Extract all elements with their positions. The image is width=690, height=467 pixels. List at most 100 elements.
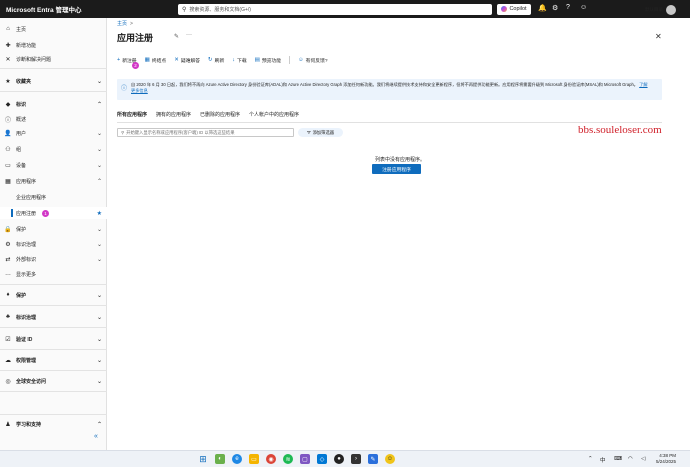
active-indicator <box>11 209 13 217</box>
breadcrumb-home[interactable]: 主页 <box>117 21 127 27</box>
more-options-icon[interactable]: ··· <box>186 32 192 38</box>
chevron-down-icon: ⌄ <box>96 336 102 343</box>
sidebar-item-label: 收藏夹 <box>16 78 32 85</box>
whats-new-icon: ✚ <box>5 42 11 49</box>
sidebar-item-diagnose[interactable]: ✕ 诊断和解决问题 <box>0 53 107 65</box>
sidebar-item-protection[interactable]: 🔒 保护 ⌄ <box>0 223 107 235</box>
sidebar-item-favorites[interactable]: ★ 收藏夹 ⌄ <box>0 75 107 87</box>
feedback-person-icon[interactable]: ☺ <box>580 4 587 11</box>
sidebar-item-identity[interactable]: ◆ 标识 ⌃ <box>0 98 107 110</box>
sidebar-item-verified-id[interactable]: ☑ 验证 ID ⌄ <box>0 333 107 345</box>
sidebar-item-app-registrations[interactable]: 应用注册 1 ★ <box>0 207 107 219</box>
sidebar-item-label: 应用程序 <box>16 178 37 185</box>
sidebar-item-label: 显示更多 <box>16 271 37 278</box>
pen-icon[interactable]: ✎ <box>368 454 378 464</box>
chevron-down-icon: ⌄ <box>96 146 102 153</box>
sidebar-item-devices[interactable]: ▭ 设备 ⌄ <box>0 159 107 171</box>
ime-indicator[interactable]: 中 <box>600 456 606 464</box>
github-icon[interactable]: ● <box>334 454 344 464</box>
system-clock[interactable]: 4:38 PM 5/24/2025 <box>656 453 676 465</box>
qq-icon[interactable]: ☺ <box>385 454 395 464</box>
close-icon[interactable]: ✕ <box>655 32 662 41</box>
command-bar: + 新注册 ▦ 终结点 ✕ 疑难解答 ↻ 刷新 ↓ 下载 ▤ 预览功能 ☺ 有何… <box>117 54 662 66</box>
governance-icon: ⚙ <box>5 241 11 248</box>
info-icon: ⓘ <box>121 86 128 92</box>
sidebar-item-protection-section[interactable]: ♦ 保护 ⌄ <box>0 289 107 301</box>
step-badge: 2 <box>132 62 139 69</box>
sidebar-item-overview[interactable]: ⓘ 概述 <box>0 113 107 125</box>
sidebar-item-enterprise-apps[interactable]: 企业应用程序 <box>0 191 107 203</box>
chevron-up-icon: ⌃ <box>96 178 102 185</box>
language-icon[interactable]: ⌨ <box>614 456 622 462</box>
overview-icon: ⓘ <box>4 117 11 124</box>
watermark-text: bbs.souleloser.com <box>578 124 662 136</box>
spotify-icon[interactable]: ≋ <box>283 454 293 464</box>
global-search[interactable]: ⚲ 搜索资源、服务和文档(G+/) <box>178 3 492 15</box>
search-icon: ⚲ <box>121 129 125 135</box>
feedback-icon: ☺ <box>298 57 304 63</box>
sidebar-item-permissions[interactable]: ☁ 权限管理 ⌄ <box>0 354 107 366</box>
sidebar-item-whats-new[interactable]: ✚ 新增功能 <box>0 39 107 51</box>
volume-icon[interactable]: ◁ <box>641 456 645 462</box>
chrome-icon[interactable]: ◉ <box>266 454 276 464</box>
user-name: 默认目录 <box>645 6 663 12</box>
tray-chevron-up-icon[interactable]: ⌃ <box>588 456 593 462</box>
filter-search-input[interactable]: ⚲ 开始键入显示名称或应用程序(客户端) ID 以筛选这些结果 <box>117 128 294 137</box>
avatar <box>666 4 676 15</box>
chevron-down-icon: ⌄ <box>96 292 102 299</box>
sidebar-item-label: 用户 <box>16 130 27 137</box>
troubleshoot-button[interactable]: ✕ 疑难解答 <box>174 57 200 64</box>
preview-features-button[interactable]: ▤ 预览功能 <box>255 57 281 64</box>
add-filter-button[interactable]: ⛛ 添加筛选器 <box>298 128 343 137</box>
notifications-icon[interactable]: 🔔 <box>538 4 547 12</box>
feedback-button[interactable]: ☺ 有何反馈? <box>298 57 327 64</box>
sidebar-item-label: 概述 <box>16 116 27 123</box>
account-menu[interactable]: 默认目录 <box>618 3 676 16</box>
file-explorer-icon[interactable]: ▭ <box>249 454 259 464</box>
sidebar-item-users[interactable]: 👤 用户 ⌄ <box>0 127 107 139</box>
collapse-sidebar-icon[interactable]: « <box>94 433 98 440</box>
sidebar-item-learn-support[interactable]: ♟ 学习和支持 ⌃ <box>0 418 107 430</box>
chevron-up-icon: ⌃ <box>96 421 102 428</box>
sidebar-item-groups[interactable]: ⚇ 组 ⌄ <box>0 143 107 155</box>
sidebar-item-applications[interactable]: ▦ 应用程序 ⌃ <box>0 175 107 187</box>
sidebar-item-label: 设备 <box>16 162 27 169</box>
sidebar-item-identity-governance[interactable]: ⚙ 标识治理 ⌄ <box>0 238 107 250</box>
chevron-down-icon: ⌄ <box>96 130 102 137</box>
favorite-star-icon[interactable]: ★ <box>97 210 102 217</box>
pin-icon[interactable]: ✎ <box>174 33 179 40</box>
help-icon[interactable]: ? <box>566 4 570 11</box>
refresh-icon: ↻ <box>208 57 213 63</box>
sidebar-item-show-more[interactable]: … 显示更多 <box>0 268 107 280</box>
register-application-button[interactable]: 注册应用程序 <box>372 164 421 174</box>
sidebar-item-home[interactable]: ⌂ 主页 <box>0 23 107 35</box>
chevron-down-icon: ⌄ <box>96 226 102 233</box>
widgets-icon[interactable]: ◐ <box>215 454 225 464</box>
edge-icon[interactable]: e <box>232 454 242 464</box>
divider <box>0 414 107 415</box>
terminal-icon[interactable]: › <box>351 454 361 464</box>
vscode-icon[interactable]: ◇ <box>317 454 327 464</box>
command-divider <box>289 56 291 64</box>
sidebar-item-external-identities[interactable]: ⇄ 外部标识 ⌄ <box>0 253 107 265</box>
windows-start-icon[interactable]: ⊞ <box>198 454 208 464</box>
copilot-button[interactable]: Copilot <box>497 3 531 15</box>
sidebar-item-label: 全球安全访问 <box>16 378 47 385</box>
governance-section-icon: ♣ <box>6 314 10 320</box>
permissions-icon: ☁ <box>5 357 11 364</box>
wifi-icon[interactable]: ◠ <box>628 456 633 462</box>
filter-placeholder: 开始键入显示名称或应用程序(客户端) ID 以筛选这些结果 <box>126 129 235 135</box>
chevron-down-icon: ⌄ <box>96 256 102 263</box>
empty-state-message: 列表中没有应用程序。 <box>374 157 425 163</box>
settings-icon[interactable]: ⚙ <box>552 4 558 12</box>
info-text: 自 2020 年 6 月 30 日起，我们将不再向 Azure Active D… <box>131 82 648 93</box>
brand-title[interactable]: Microsoft Entra 管理中心 <box>0 4 175 14</box>
download-button[interactable]: ↓ 下载 <box>232 57 246 64</box>
endpoints-button[interactable]: ▦ 终结点 <box>145 57 167 64</box>
app-icon[interactable]: ▢ <box>300 454 310 464</box>
sidebar-item-governance-section[interactable]: ♣ 标识治理 ⌄ <box>0 311 107 323</box>
refresh-button[interactable]: ↻ 刷新 <box>208 57 224 64</box>
sidebar-item-global-secure-access[interactable]: ◎ 全球安全访问 ⌄ <box>0 375 107 387</box>
devices-icon: ▭ <box>5 162 11 169</box>
sidebar-item-label: 验证 ID <box>16 336 33 343</box>
